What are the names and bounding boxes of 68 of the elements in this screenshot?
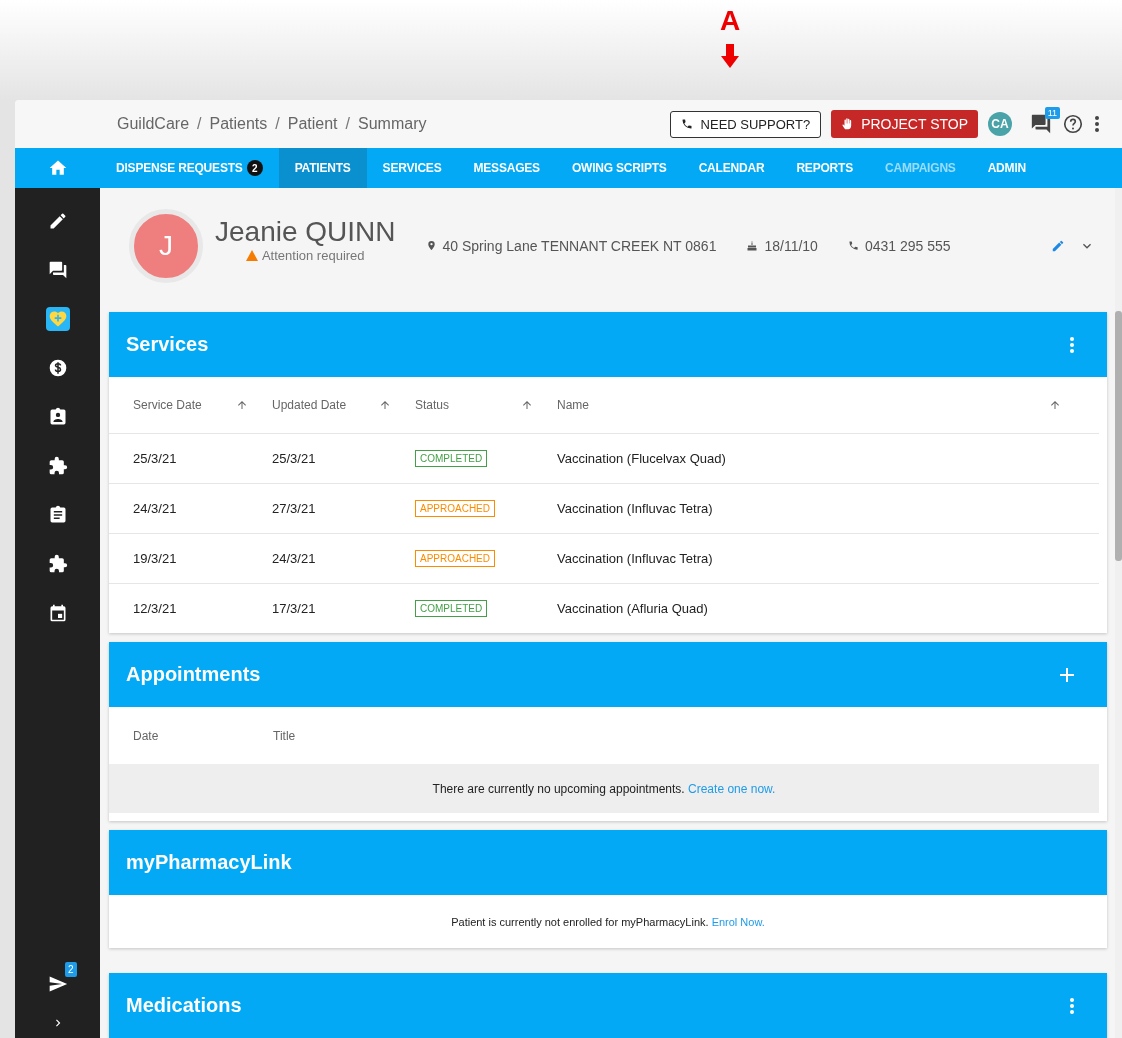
breadcrumb-separator: /	[197, 115, 202, 133]
sort-arrow-icon[interactable]	[1049, 399, 1061, 411]
table-cell: 25/3/21	[133, 451, 177, 466]
enrolment-message: Patient is currently not enrolled for myPharmacyLink.	[451, 915, 709, 928]
more-menu-icon[interactable]	[1094, 115, 1100, 133]
sort-arrow-icon[interactable]	[379, 399, 391, 411]
table-cell: 25/3/21	[272, 451, 316, 466]
breadcrumb-link[interactable]: Summary	[358, 115, 427, 133]
table-cell: Vaccination (Influvac Tetra)	[557, 551, 713, 566]
location-pin-icon	[425, 239, 437, 252]
table-cell: 24/3/21	[272, 551, 316, 566]
breadcrumb-link[interactable]: GuildCare	[117, 115, 190, 133]
table-cell: 24/3/21	[133, 501, 177, 516]
count-badge: 2	[64, 962, 77, 977]
table-cell: 27/3/21	[272, 501, 316, 516]
column-header[interactable]: Updated Date	[272, 398, 347, 412]
patient-name: Jeanie QUINN	[215, 216, 396, 248]
empty-message: There are currently no upcoming appointments.	[432, 781, 685, 796]
table-cell: 17/3/21	[272, 601, 316, 616]
scrollbar-thumb[interactable]	[1115, 311, 1122, 561]
phone-icon	[680, 118, 693, 130]
down-arrow-icon	[721, 44, 740, 68]
sort-arrow-icon[interactable]	[521, 399, 533, 411]
status-tag: COMPLETED	[415, 450, 488, 467]
cake-icon	[746, 239, 759, 252]
table-cell: Vaccination (Afluria Quad)	[557, 601, 708, 616]
section-title: Appointments	[126, 663, 261, 686]
user-avatar[interactable]: CA	[988, 112, 1012, 136]
column-header[interactable]: Name	[557, 398, 589, 412]
patient-avatar: J	[129, 208, 203, 283]
phone-icon	[847, 240, 859, 251]
table-cell: Vaccination (Flucelvax Quad)	[557, 451, 726, 466]
count-badge: 2	[246, 160, 263, 176]
need-support-button[interactable]: NEED SUPPORT?	[669, 110, 822, 138]
breadcrumb-link[interactable]: Patient	[287, 115, 338, 133]
breadcrumb-separator: /	[275, 115, 280, 133]
status-tag: APPROACHED	[415, 500, 495, 517]
column-header[interactable]: Status	[415, 398, 450, 412]
warning-icon	[245, 250, 258, 261]
section-title: Medications	[126, 994, 242, 1017]
help-icon[interactable]	[1062, 113, 1084, 135]
annotation-label: A	[720, 6, 741, 36]
edit-icon[interactable]	[1051, 238, 1065, 253]
section-title: myPharmacyLink	[126, 851, 292, 874]
sort-arrow-icon[interactable]	[236, 399, 248, 411]
message-count-badge: 11	[1044, 107, 1060, 119]
patient-phone: 0431 295 555	[864, 237, 951, 254]
column-header: Title	[273, 728, 296, 743]
enrol-link[interactable]: Enrol Now.	[711, 915, 765, 928]
project-stop-button[interactable]: PROJECT STOP	[831, 110, 978, 138]
breadcrumb-link[interactable]: Patients	[209, 115, 268, 133]
nav-tab[interactable]: DISPENSE REQUESTS 2	[100, 148, 279, 188]
patient-address: 40 Spring Lane TENNANT CREEK NT 0861	[442, 237, 717, 254]
table-cell: 19/3/21	[133, 551, 177, 566]
column-header[interactable]: Service Date	[133, 398, 202, 412]
table-cell: 12/3/21	[133, 601, 177, 616]
table-cell: Vaccination (Influvac Tetra)	[557, 501, 713, 516]
column-header: Date	[133, 728, 160, 743]
status-tag: COMPLETED	[415, 600, 488, 617]
status-tag: APPROACHED	[415, 550, 495, 567]
attention-text: Attention required	[261, 248, 365, 263]
patient-birth-date: 18/11/10	[764, 237, 818, 254]
home-icon[interactable]	[47, 158, 68, 178]
nav-tab[interactable]: PATIENTS	[278, 148, 367, 188]
breadcrumb-separator: /	[345, 115, 350, 133]
plus-icon[interactable]	[1059, 666, 1075, 683]
section-title: Services	[126, 333, 209, 356]
send-icon[interactable]	[47, 974, 68, 994]
